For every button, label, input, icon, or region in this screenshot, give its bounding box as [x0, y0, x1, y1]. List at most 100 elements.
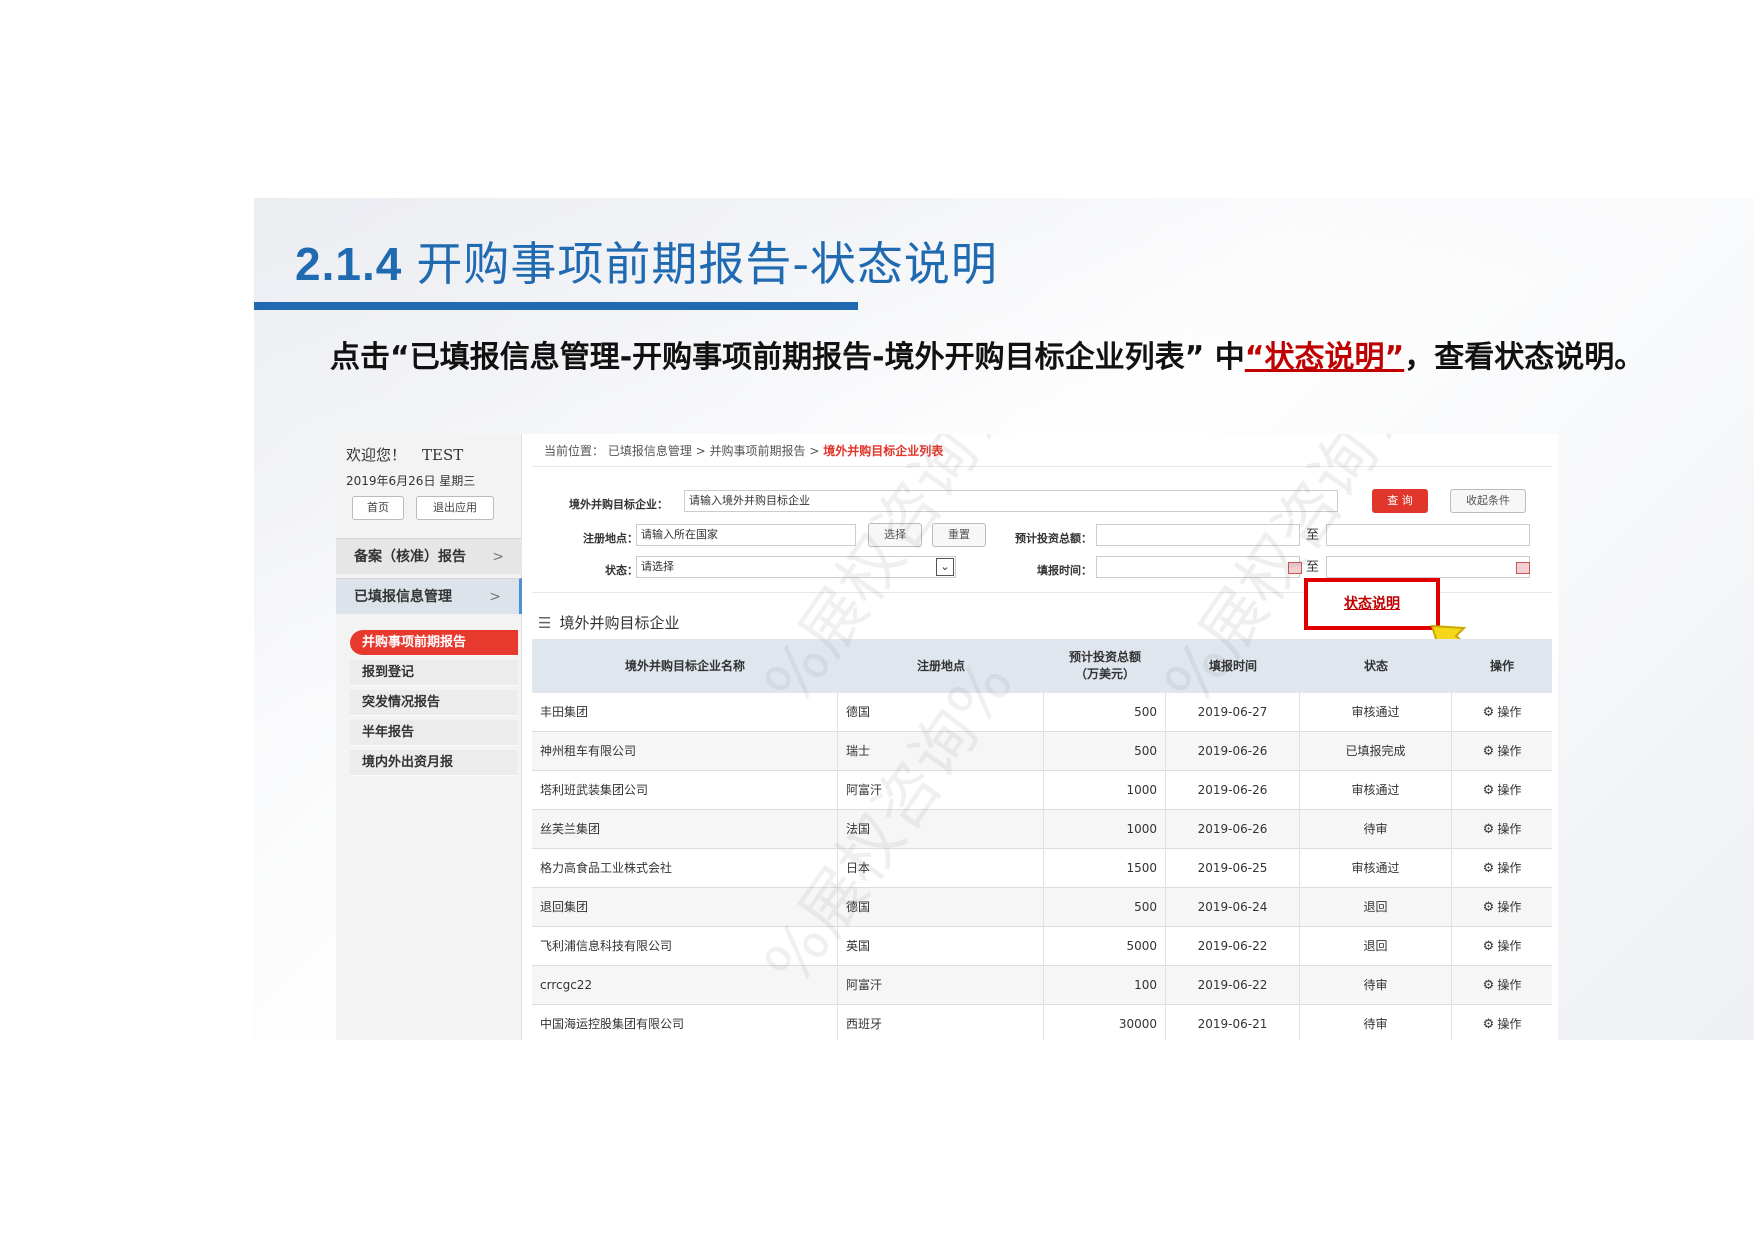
cell-investment: 1000 [1044, 771, 1166, 810]
cell-location: 德国 [838, 693, 1044, 732]
exit-app-button[interactable]: 退出应用 [416, 496, 494, 520]
fill-time-start-input[interactable] [1096, 556, 1300, 578]
operation-button[interactable]: ⚙ 操作 [1452, 966, 1552, 1005]
instruction-link: “状态说明” [1244, 340, 1405, 375]
fill-time-end-input[interactable] [1326, 556, 1530, 578]
cell-fill-date: 2019-06-22 [1166, 927, 1300, 966]
table-row: crrcgc22 阿富汗 100 2019-06-22 待审 ⚙ 操作 [532, 966, 1552, 1005]
operation-button[interactable]: ⚙ 操作 [1452, 888, 1552, 927]
menu-label: 已填报信息管理 [354, 589, 452, 605]
operation-button[interactable]: ⚙ 操作 [1452, 810, 1552, 849]
col-header-investment: 预计投资总额 （万美元） [1068, 650, 1141, 681]
cell-fill-date: 2019-06-25 [1166, 849, 1300, 888]
cell-company-name: crrcgc22 [532, 966, 838, 1005]
cell-company-name: 神州租车有限公司 [532, 732, 838, 771]
col-header-location: 注册地点 [916, 658, 965, 673]
investment-max-input[interactable] [1326, 524, 1530, 546]
collapse-filters-button[interactable]: 收起条件 [1450, 489, 1526, 513]
cell-status: 审核通过 [1300, 693, 1452, 732]
to-label: 至 [1306, 528, 1320, 543]
location-label: 注册地点： [583, 532, 638, 545]
cell-location: 英国 [838, 927, 1044, 966]
breadcrumb: 当前位置： 已填报信息管理 > 并购事项前期报告 > 境外并购目标企业列表 [544, 442, 943, 459]
sub-item-monthly-report[interactable]: 境内外出资月报 [350, 750, 518, 776]
operation-button[interactable]: ⚙ 操作 [1452, 849, 1552, 888]
col-header-operation: 操作 [1489, 658, 1514, 673]
instruction-text: 点击“已填报信息管理-开购事项前期报告-境外开购目标企业列表” 中“状态说明”，… [330, 336, 1670, 380]
col-header-date: 填报时间 [1208, 658, 1257, 673]
chevron-right-icon: > [489, 589, 501, 605]
user-name: TEST [422, 446, 464, 464]
operation-label: 操作 [1497, 978, 1522, 992]
table-header: 境外并购目标企业名称 注册地点 预计投资总额 （万美元） 填报时间 状态 操作 [532, 639, 1552, 693]
cell-fill-date: 2019-06-27 [1166, 693, 1300, 732]
cell-status: 已填报完成 [1300, 732, 1452, 771]
menu-filing-report[interactable]: 备案（核准）报告 > [336, 538, 522, 574]
operation-label: 操作 [1497, 861, 1522, 875]
cell-company-name: 飞利浦信息科技有限公司 [532, 927, 838, 966]
calendar-icon[interactable] [1516, 562, 1530, 574]
cell-fill-date: 2019-06-22 [1166, 966, 1300, 1005]
gear-icon: ⚙ [1482, 705, 1495, 720]
table-row: 飞利浦信息科技有限公司 英国 5000 2019-06-22 退回 ⚙ 操作 [532, 927, 1552, 966]
to-label: 至 [1306, 560, 1320, 575]
operation-label: 操作 [1497, 900, 1522, 914]
fill-time-label: 填报时间： [1037, 564, 1092, 577]
welcome-text: 欢迎您！ TEST [346, 444, 463, 465]
cell-company-name: 塔利班武装集团公司 [532, 771, 838, 810]
cell-location: 西班牙 [838, 1005, 1044, 1040]
company-label: 境外并购目标企业： [569, 498, 668, 511]
status-description-link[interactable]: 状态说明 [1304, 578, 1440, 630]
gear-icon: ⚙ [1482, 978, 1495, 993]
cell-company-name: 丰田集团 [532, 693, 838, 732]
location-input[interactable]: 请输入所在国家 [636, 524, 856, 546]
menu-filled-info-management[interactable]: 已填报信息管理 > [336, 578, 522, 614]
home-button[interactable]: 首页 [352, 496, 404, 520]
gear-icon: ⚙ [1482, 1017, 1495, 1032]
gear-icon: ⚙ [1482, 783, 1495, 798]
company-input[interactable]: 请输入境外并购目标企业 [684, 490, 1338, 512]
divider [532, 466, 1552, 467]
list-title: ☰ 境外并购目标企业 [538, 612, 679, 633]
table-row: 中国海运控股集团有限公司 西班牙 30000 2019-06-21 待审 ⚙ 操作 [532, 1005, 1552, 1040]
investment-label: 预计投资总额： [1015, 532, 1092, 545]
calendar-icon[interactable] [1288, 562, 1302, 574]
cell-location: 阿富汗 [838, 771, 1044, 810]
cell-fill-date: 2019-06-26 [1166, 732, 1300, 771]
operation-button[interactable]: ⚙ 操作 [1452, 1005, 1552, 1040]
chevron-down-icon[interactable]: ⌄ [936, 558, 954, 576]
gear-icon: ⚙ [1482, 822, 1495, 837]
investment-min-input[interactable] [1096, 524, 1300, 546]
cell-investment: 500 [1044, 732, 1166, 771]
section-number: 2.1.4 [295, 238, 403, 290]
cell-company-name: 中国海运控股集团有限公司 [532, 1005, 838, 1040]
gear-icon: ⚙ [1482, 900, 1495, 915]
instruction-suffix: ，查看状态说明。 [1404, 340, 1645, 375]
sub-item-half-year-report[interactable]: 半年报告 [350, 720, 518, 746]
sub-item-merger-pre-report[interactable]: 并购事项前期报告 [350, 630, 518, 656]
cell-company-name: 格力高食品工业株式会社 [532, 849, 838, 888]
query-button[interactable]: 查 询 [1372, 489, 1428, 513]
list-title-text: 境外并购目标企业 [559, 614, 680, 632]
cell-status: 审核通过 [1300, 771, 1452, 810]
cell-location: 阿富汗 [838, 966, 1044, 1005]
app-screenshot: 欢迎您！ TEST 2019年6月26日 星期三 首页 退出应用 备案（核准）报告… [336, 434, 1558, 1040]
cell-location: 法国 [838, 810, 1044, 849]
status-select[interactable]: 请选择 [636, 556, 956, 578]
cell-location: 日本 [838, 849, 1044, 888]
cell-investment: 1500 [1044, 849, 1166, 888]
breadcrumb-items[interactable]: 已填报信息管理 > 并购事项前期报告 > [608, 444, 820, 458]
operation-button[interactable]: ⚙ 操作 [1452, 732, 1552, 771]
table-row: 神州租车有限公司 瑞士 500 2019-06-26 已填报完成 ⚙ 操作 [532, 732, 1552, 771]
sub-item-registration[interactable]: 报到登记 [350, 660, 518, 686]
cell-investment: 30000 [1044, 1005, 1166, 1040]
slide-title: 开购事项前期报告-状态说明 [416, 237, 998, 291]
select-button[interactable]: 选择 [868, 523, 922, 547]
reset-button[interactable]: 重置 [932, 523, 986, 547]
sub-item-emergency-report[interactable]: 突发情况报告 [350, 690, 518, 716]
operation-button[interactable]: ⚙ 操作 [1452, 927, 1552, 966]
table-row: 退回集团 德国 500 2019-06-24 退回 ⚙ 操作 [532, 888, 1552, 927]
welcome-label: 欢迎您！ [346, 446, 407, 464]
operation-button[interactable]: ⚙ 操作 [1452, 693, 1552, 732]
operation-button[interactable]: ⚙ 操作 [1452, 771, 1552, 810]
